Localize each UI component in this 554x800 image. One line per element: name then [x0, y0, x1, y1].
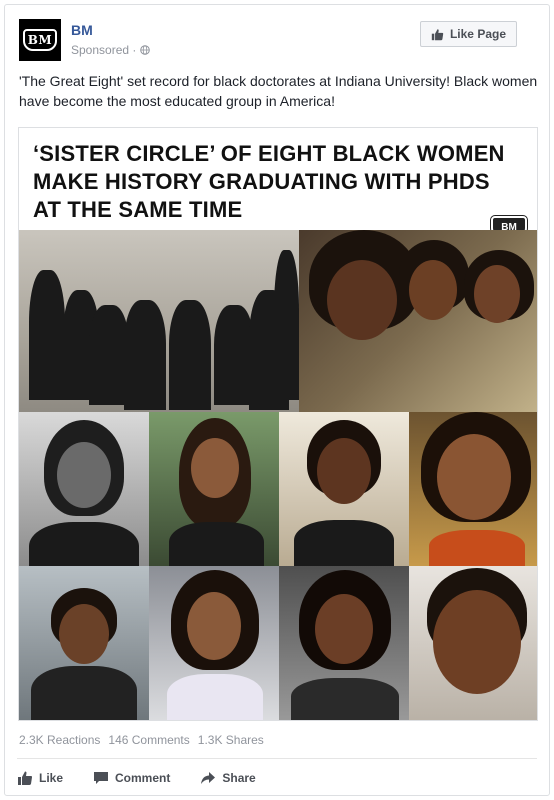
shares-count[interactable]: 1.3K Shares	[198, 733, 264, 747]
like-page-button[interactable]: Like Page	[419, 21, 517, 47]
image-headline: ‘SISTER CIRCLE’ OF EIGHT BLACK WOMEN MAK…	[33, 141, 505, 222]
globe-icon	[140, 45, 151, 55]
reactions-count[interactable]: 2.3K Reactions	[19, 733, 100, 747]
share-label: Share	[222, 771, 256, 785]
post-text: 'The Great Eight' set record for black d…	[19, 73, 538, 109]
comments-count[interactable]: 146 Comments	[108, 733, 189, 747]
comment-label: Comment	[115, 771, 171, 785]
like-label: Like	[39, 771, 64, 785]
portrait-photo-3	[279, 412, 409, 566]
portrait-photo-2	[149, 412, 279, 566]
portrait-photo-4	[409, 412, 537, 566]
post-image[interactable]: ‘SISTER CIRCLE’ OF EIGHT BLACK WOMEN MAK…	[18, 127, 538, 721]
portrait-photo-1	[19, 412, 149, 566]
share-arrow-icon	[201, 772, 216, 784]
comment-button[interactable]: Comment	[93, 765, 170, 791]
share-button[interactable]: Share	[200, 765, 256, 791]
photo-group-graduates	[19, 230, 299, 412]
sponsored-label-row: Sponsored ·	[71, 43, 151, 57]
thumbs-up-icon	[431, 28, 444, 40]
comment-icon	[94, 772, 109, 784]
page-avatar[interactable]: BM	[19, 19, 61, 61]
portrait-photo-6	[149, 566, 279, 720]
engagement-stats: 2.3K Reactions 146 Comments 1.3K Shares	[19, 733, 264, 747]
sponsored-label[interactable]: Sponsored ·	[71, 43, 136, 57]
sponsored-post-card: BM BM Sponsored · Like Page 'The Great E…	[4, 4, 550, 796]
page-name-link[interactable]: BM	[71, 22, 93, 38]
portrait-photo-5	[19, 566, 149, 720]
like-page-label: Like Page	[449, 27, 506, 41]
thumbs-up-icon	[18, 771, 33, 785]
portrait-photo-7	[279, 566, 409, 720]
post-actions: Like Comment Share	[17, 765, 256, 791]
photo-group-portrait	[299, 230, 537, 412]
like-button[interactable]: Like	[17, 765, 63, 791]
portrait-photo-8	[409, 566, 537, 720]
actions-divider	[17, 758, 537, 759]
bm-logo-icon: BM	[23, 29, 57, 51]
